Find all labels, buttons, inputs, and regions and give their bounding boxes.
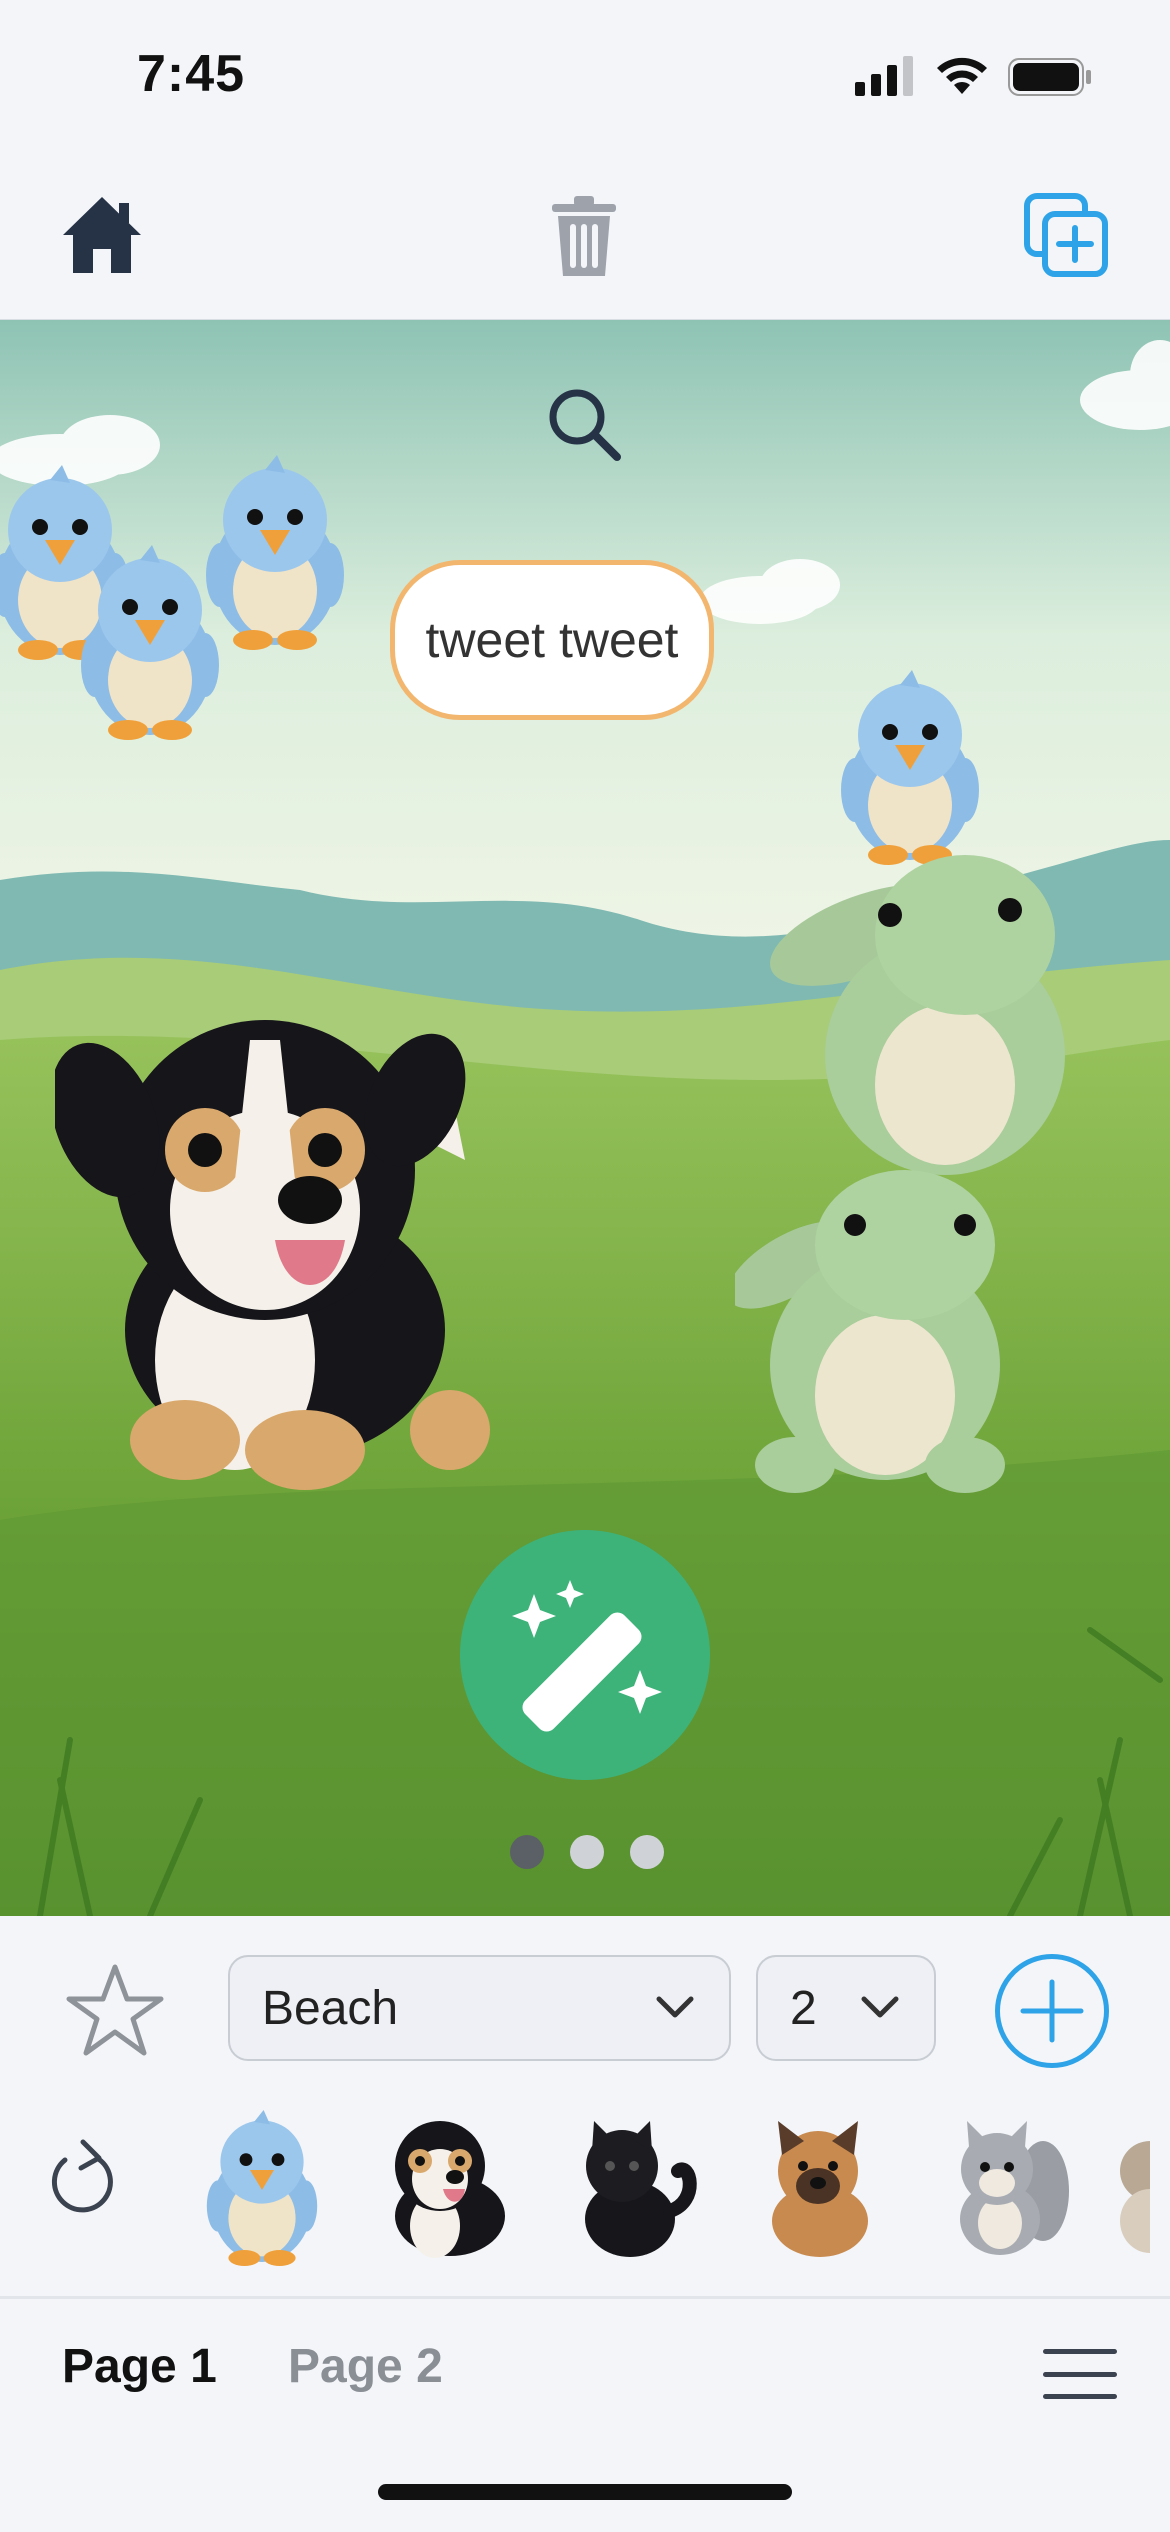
refresh-icon	[51, 2139, 113, 2213]
squirrel-icon	[960, 2121, 1069, 2255]
plush-dino-bird-stack[interactable]	[735, 665, 1095, 1665]
page-dot-2[interactable]	[570, 1835, 604, 1869]
shepherd-dog-icon	[772, 2121, 868, 2257]
tab-page-2[interactable]: Page 2	[288, 2339, 443, 2394]
tray-item-squirrel[interactable]	[935, 2106, 1075, 2266]
tray-item-black-cat[interactable]	[560, 2106, 700, 2266]
chevron-down-icon	[861, 1996, 899, 2018]
page-dot-1[interactable]	[510, 1835, 544, 1869]
favorite-button[interactable]	[60, 1956, 170, 2066]
menu-button[interactable]	[1035, 2339, 1125, 2409]
refresh-button[interactable]	[38, 2126, 124, 2226]
status-bar: 7:45	[0, 0, 1170, 135]
speech-bubble[interactable]: tweet tweet	[390, 560, 714, 720]
plush-bird-group[interactable]	[0, 455, 380, 855]
toolbar	[0, 135, 1170, 320]
status-time: 7:45	[137, 45, 246, 103]
home-button[interactable]	[52, 185, 152, 285]
black-cat-icon	[585, 2121, 697, 2257]
tray-item-shepherd-dog[interactable]	[748, 2106, 888, 2266]
battery-icon	[1008, 58, 1091, 96]
chevron-down-icon	[656, 1996, 694, 2018]
duplicate-add-icon	[1024, 193, 1108, 277]
duplicate-button[interactable]	[1016, 185, 1116, 285]
signal-icon	[855, 56, 913, 96]
add-button[interactable]	[995, 1954, 1109, 2068]
plush-puppy[interactable]	[55, 1000, 505, 1500]
home-indicator	[378, 2484, 792, 2500]
hamburger-icon-line	[1043, 2394, 1117, 2399]
background-select-value: Beach	[262, 1981, 399, 2035]
tray-item-bird[interactable]	[192, 2106, 332, 2266]
magic-wand-icon	[512, 1580, 662, 1732]
search-button[interactable]	[535, 375, 635, 475]
hamburger-icon-line	[1043, 2371, 1117, 2377]
page-dot-3[interactable]	[630, 1835, 664, 1869]
star-icon	[66, 1964, 164, 2056]
page-indicator	[510, 1835, 664, 1869]
background-select[interactable]: Beach	[228, 1955, 731, 2061]
tab-page-1[interactable]: Page 1	[62, 2339, 217, 2394]
search-icon	[549, 389, 621, 461]
trash-icon	[552, 196, 616, 276]
controls-panel: Beach 2	[0, 1916, 1170, 2296]
tray-item-more[interactable]	[1110, 2106, 1170, 2266]
hamburger-icon-line	[1043, 2349, 1117, 2354]
plus-icon	[1020, 1979, 1084, 2043]
delete-button[interactable]	[534, 185, 634, 285]
count-select[interactable]: 2	[756, 1955, 936, 2061]
magic-button[interactable]	[460, 1530, 710, 1780]
count-select-value: 2	[790, 1981, 817, 2035]
puppy-icon	[395, 2121, 505, 2258]
wifi-icon	[937, 57, 987, 94]
speech-bubble-text: tweet tweet	[425, 612, 679, 668]
bird-icon	[206, 2110, 318, 2266]
tray-item-puppy[interactable]	[375, 2106, 515, 2266]
character-tray	[0, 2086, 1170, 2286]
partial-plush-icon	[1120, 2141, 1150, 2253]
story-canvas[interactable]: tweet tweet	[0, 320, 1170, 1916]
home-icon	[63, 197, 141, 273]
